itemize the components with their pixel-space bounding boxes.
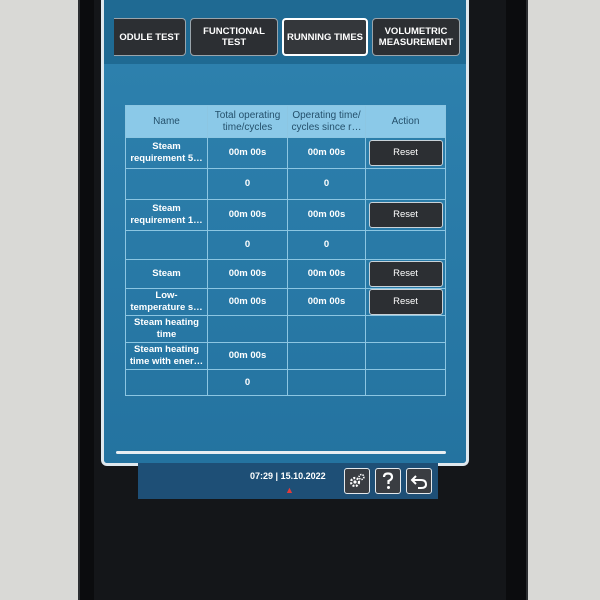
reset-button[interactable]: Reset [368, 289, 443, 315]
row-action [365, 369, 446, 396]
row-since: 0 [287, 168, 366, 200]
table-row: Steam 00m 00s 00m 00s Reset [125, 259, 446, 289]
table-row: Low-temperature s… 00m 00s 00m 00s Reset [125, 288, 446, 316]
time-text: 07:29 [250, 471, 274, 481]
row-total: 00m 00s [207, 199, 288, 231]
row-action: Reset [365, 259, 446, 289]
col-header-since: Operating time/ cycles since r… [287, 105, 366, 138]
status-bar: 07:29 | 15.10.2022 ▲ [138, 463, 438, 499]
row-name: Steam requirement 5… [125, 137, 208, 169]
tab-functional-test[interactable]: FUNCTIONAL TEST [190, 18, 278, 56]
row-since: 00m 00s [287, 259, 366, 289]
row-since [287, 315, 366, 343]
table-row: 0 [125, 369, 446, 396]
row-total: 0 [207, 369, 288, 396]
table-row: 0 0 [125, 230, 446, 260]
row-name: Steam requirement 1… [125, 199, 208, 231]
row-since [287, 369, 366, 396]
row-action [365, 342, 446, 370]
touch-screen: ODULE TEST FUNCTIONAL TEST RUNNING TIMES… [101, 0, 469, 466]
gear-icon [349, 473, 365, 488]
row-name [125, 230, 208, 260]
table-row: Steam requirement 1… 00m 00s 00m 00s Res… [125, 199, 446, 231]
row-total: 0 [207, 168, 288, 200]
tab-module-test[interactable]: ODULE TEST [114, 18, 186, 56]
tab-bar: ODULE TEST FUNCTIONAL TEST RUNNING TIMES… [104, 0, 466, 64]
clock-readout: 07:29 | 15.10.2022 [250, 471, 326, 481]
reset-button[interactable]: Reset [368, 261, 443, 287]
row-since: 00m 00s [287, 199, 366, 231]
row-since: 00m 00s [287, 288, 366, 316]
row-total: 00m 00s [207, 342, 288, 370]
running-times-table: Name Total operating time/cycles Operati… [125, 105, 446, 396]
back-button[interactable] [406, 468, 432, 494]
row-name: Low-temperature s… [125, 288, 208, 316]
row-total: 00m 00s [207, 137, 288, 169]
date-text: 15.10.2022 [280, 471, 326, 481]
horizontal-scrollbar[interactable] [116, 451, 446, 454]
table-row: Steam heating time [125, 315, 446, 343]
row-total: 0 [207, 230, 288, 260]
row-name [125, 168, 208, 200]
row-since: 0 [287, 230, 366, 260]
row-action [365, 315, 446, 343]
col-header-action: Action [365, 105, 446, 138]
row-action: Reset [365, 137, 446, 169]
row-since: 00m 00s [287, 137, 366, 169]
time-separator: | [275, 471, 279, 481]
question-icon [382, 472, 394, 489]
row-action: Reset [365, 199, 446, 231]
table-row: 0 0 [125, 168, 446, 200]
row-action: Reset [365, 288, 446, 316]
row-name [125, 369, 208, 396]
row-name: Steam heating time with ener… [125, 342, 208, 370]
tab-running-times[interactable]: RUNNING TIMES [282, 18, 368, 56]
help-button[interactable] [375, 468, 401, 494]
tab-volumetric-measurement[interactable]: VOLUMETRIC MEASUREMENT [372, 18, 460, 56]
row-name: Steam heating time [125, 315, 208, 343]
row-action [365, 230, 446, 260]
reset-button[interactable]: Reset [368, 202, 443, 228]
back-arrow-icon [410, 475, 428, 489]
table-row: Steam requirement 5… 00m 00s 00m 00s Res… [125, 137, 446, 169]
row-action [365, 168, 446, 200]
col-header-name: Name [125, 105, 208, 138]
running-times-panel: Name Total operating time/cycles Operati… [104, 64, 466, 463]
row-total: 00m 00s [207, 259, 288, 289]
table-row: Steam heating time with ener… 00m 00s [125, 342, 446, 370]
row-total: 00m 00s [207, 288, 288, 316]
col-header-total: Total operating time/cycles [207, 105, 288, 138]
row-name: Steam [125, 259, 208, 289]
heating-flame-icon: ▲ [285, 485, 294, 495]
row-total [207, 315, 288, 343]
table-header-row: Name Total operating time/cycles Operati… [125, 105, 446, 138]
reset-button[interactable]: Reset [368, 140, 443, 166]
row-since [287, 342, 366, 370]
settings-button[interactable] [344, 468, 370, 494]
